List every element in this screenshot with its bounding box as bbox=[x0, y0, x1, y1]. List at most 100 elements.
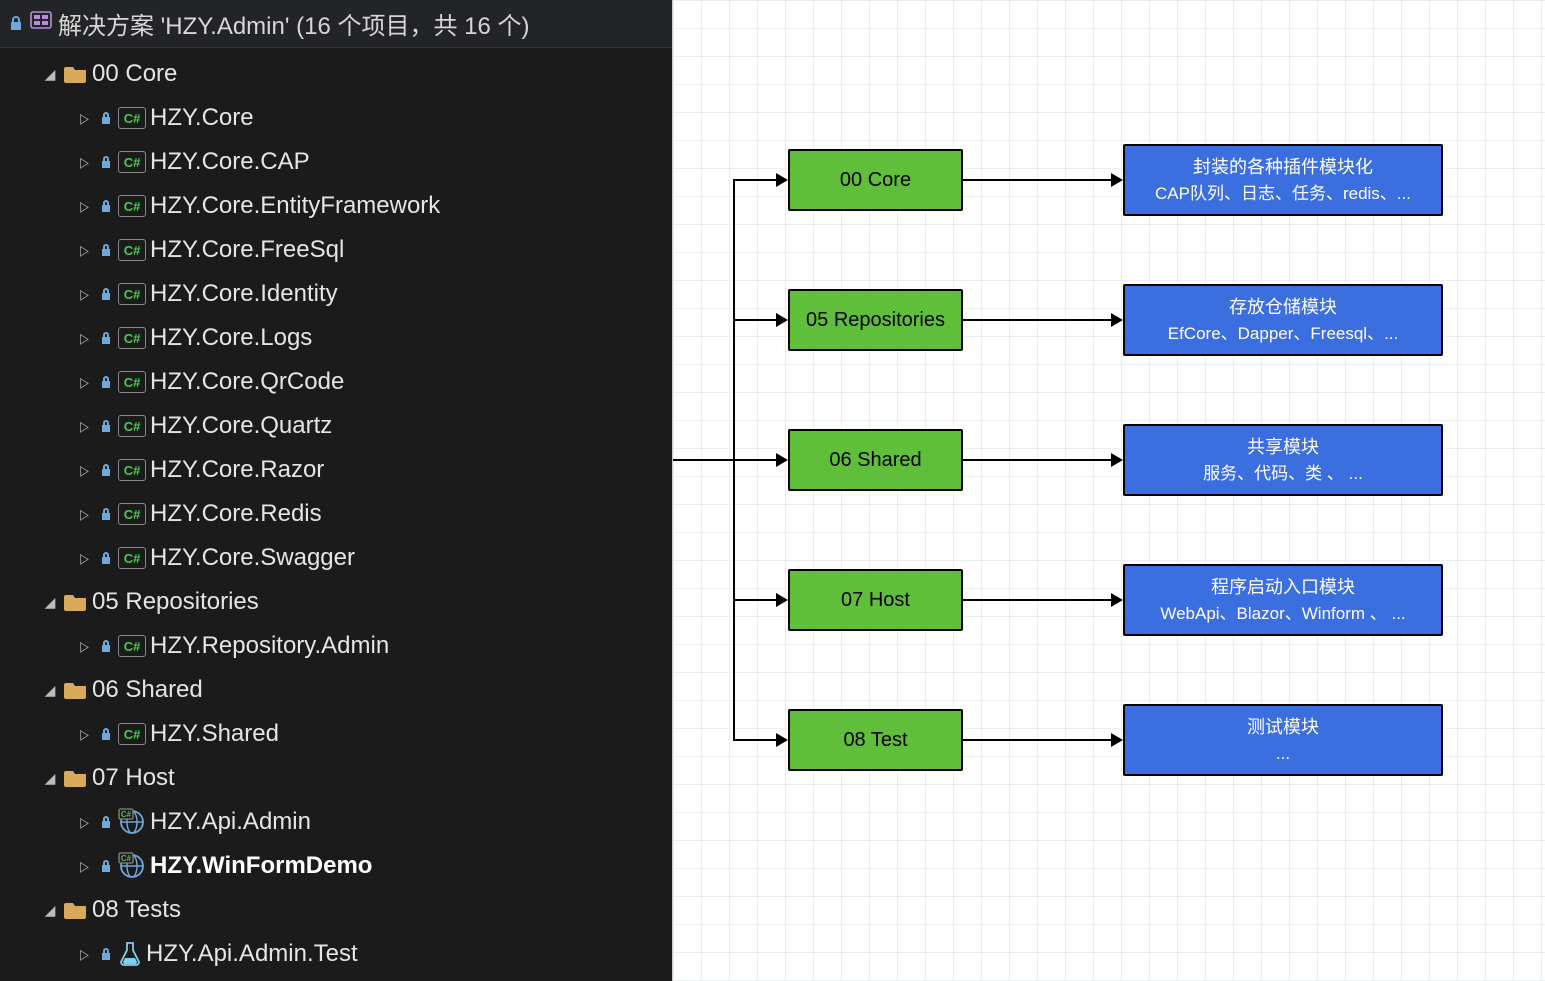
lock-icon bbox=[98, 199, 114, 213]
description-title: 程序启动入口模块 bbox=[1211, 574, 1355, 601]
project-row[interactable]: C#HZY.Core bbox=[0, 96, 672, 140]
description-box[interactable]: 程序启动入口模块WebApi、Blazor、Winform 、 ... bbox=[1123, 564, 1443, 636]
project-row[interactable]: C#HZY.Core.Quartz bbox=[0, 404, 672, 448]
chevron-right-icon[interactable] bbox=[74, 550, 94, 567]
folder-icon bbox=[64, 768, 88, 788]
chevron-down-icon[interactable] bbox=[40, 66, 60, 83]
chevron-right-icon[interactable] bbox=[74, 946, 94, 963]
module-box[interactable]: 06 Shared bbox=[788, 429, 963, 491]
project-row[interactable]: C#HZY.Repository.Admin bbox=[0, 624, 672, 668]
project-row[interactable]: C#HZY.Core.Swagger bbox=[0, 536, 672, 580]
chevron-right-icon[interactable] bbox=[74, 462, 94, 479]
chevron-right-icon[interactable] bbox=[74, 330, 94, 347]
module-box[interactable]: 07 Host bbox=[788, 569, 963, 631]
lock-icon bbox=[98, 947, 114, 961]
project-label: HZY.Api.Admin bbox=[150, 808, 311, 836]
csharp-project-icon: C# bbox=[118, 283, 146, 305]
project-label: HZY.Core.EntityFramework bbox=[150, 192, 440, 220]
chevron-right-icon[interactable] bbox=[74, 418, 94, 435]
project-label: HZY.WinFormDemo bbox=[150, 852, 372, 880]
description-box[interactable]: 封装的各种插件模块化CAP队列、日志、任务、redis、... bbox=[1123, 144, 1443, 216]
folder-icon bbox=[64, 592, 88, 612]
chevron-down-icon[interactable] bbox=[40, 682, 60, 699]
project-row[interactable]: HZY.Api.Admin.Test bbox=[0, 932, 672, 976]
chevron-down-icon[interactable] bbox=[40, 770, 60, 787]
project-row[interactable]: C#HZY.Core.Razor bbox=[0, 448, 672, 492]
project-row[interactable]: C#HZY.Core.Logs bbox=[0, 316, 672, 360]
csharp-project-icon: C# bbox=[118, 503, 146, 525]
chevron-right-icon[interactable] bbox=[74, 726, 94, 743]
module-label: 05 Repositories bbox=[806, 309, 945, 332]
project-label: HZY.Core.Logs bbox=[150, 324, 312, 352]
csharp-project-icon: C# bbox=[118, 459, 146, 481]
folder-row[interactable]: 08 Tests bbox=[0, 888, 672, 932]
connector-line bbox=[963, 599, 1121, 601]
project-row[interactable]: C#HZY.Core.EntityFramework bbox=[0, 184, 672, 228]
project-label: HZY.Core.Swagger bbox=[150, 544, 355, 572]
chevron-right-icon[interactable] bbox=[74, 858, 94, 875]
solution-tree: 00 CoreC#HZY.CoreC#HZY.Core.CAPC#HZY.Cor… bbox=[0, 48, 672, 980]
chevron-right-icon[interactable] bbox=[74, 242, 94, 259]
folder-label: 07 Host bbox=[92, 764, 175, 792]
web-project-icon: C# bbox=[118, 852, 146, 880]
csharp-project-icon: C# bbox=[118, 415, 146, 437]
project-label: HZY.Api.Admin.Test bbox=[146, 940, 358, 968]
chevron-right-icon[interactable] bbox=[74, 506, 94, 523]
module-box[interactable]: 00 Core bbox=[788, 149, 963, 211]
project-row[interactable]: C#HZY.Api.Admin bbox=[0, 800, 672, 844]
folder-row[interactable]: 05 Repositories bbox=[0, 580, 672, 624]
chevron-down-icon[interactable] bbox=[40, 594, 60, 611]
description-detail: ... bbox=[1276, 741, 1290, 767]
csharp-project-icon: C# bbox=[118, 107, 146, 129]
description-title: 封装的各种插件模块化 bbox=[1193, 154, 1373, 181]
arrowhead-icon bbox=[776, 733, 788, 747]
description-title: 共享模块 bbox=[1247, 434, 1319, 461]
lock-icon bbox=[98, 507, 114, 521]
chevron-right-icon[interactable] bbox=[74, 638, 94, 655]
project-row[interactable]: C#HZY.Core.Identity bbox=[0, 272, 672, 316]
folder-icon bbox=[64, 64, 88, 84]
description-box[interactable]: 测试模块... bbox=[1123, 704, 1443, 776]
chevron-right-icon[interactable] bbox=[74, 814, 94, 831]
svg-text:C#: C# bbox=[121, 854, 132, 863]
lock-icon bbox=[98, 155, 114, 169]
module-box[interactable]: 05 Repositories bbox=[788, 289, 963, 351]
folder-label: 06 Shared bbox=[92, 676, 203, 704]
chevron-right-icon[interactable] bbox=[74, 198, 94, 215]
project-row[interactable]: C# HZY.WinFormDemo bbox=[0, 844, 672, 888]
folder-row[interactable]: 07 Host bbox=[0, 756, 672, 800]
project-row[interactable]: C#HZY.Core.CAP bbox=[0, 140, 672, 184]
folder-label: 08 Tests bbox=[92, 896, 181, 924]
description-box[interactable]: 存放仓储模块EfCore、Dapper、Freesql、... bbox=[1123, 284, 1443, 356]
module-label: 08 Test bbox=[843, 729, 907, 752]
description-box[interactable]: 共享模块服务、代码、类 、 ... bbox=[1123, 424, 1443, 496]
folder-row[interactable]: 06 Shared bbox=[0, 668, 672, 712]
lock-icon bbox=[98, 815, 114, 829]
lock-icon bbox=[98, 111, 114, 125]
lock-icon bbox=[98, 243, 114, 257]
connector-stub bbox=[673, 459, 733, 461]
project-row[interactable]: C#HZY.Core.Redis bbox=[0, 492, 672, 536]
project-row[interactable]: C#HZY.Core.FreeSql bbox=[0, 228, 672, 272]
chevron-right-icon[interactable] bbox=[74, 374, 94, 391]
project-label: HZY.Core bbox=[150, 104, 254, 132]
project-label: HZY.Shared bbox=[150, 720, 279, 748]
project-label: HZY.Core.Redis bbox=[150, 500, 322, 528]
connector-line bbox=[963, 739, 1121, 741]
chevron-right-icon[interactable] bbox=[74, 286, 94, 303]
project-row[interactable]: C#HZY.Shared bbox=[0, 712, 672, 756]
solution-header[interactable]: 解决方案 'HZY.Admin' (16 个项目，共 16 个) bbox=[0, 0, 672, 48]
chevron-down-icon[interactable] bbox=[40, 902, 60, 919]
arrowhead-icon bbox=[1111, 173, 1123, 187]
description-detail: EfCore、Dapper、Freesql、... bbox=[1168, 321, 1399, 347]
folder-row[interactable]: 00 Core bbox=[0, 52, 672, 96]
web-project-icon: C# bbox=[118, 808, 146, 836]
chevron-right-icon[interactable] bbox=[74, 154, 94, 171]
chevron-right-icon[interactable] bbox=[74, 110, 94, 127]
lock-icon bbox=[98, 727, 114, 741]
arrowhead-icon bbox=[776, 313, 788, 327]
description-detail: CAP队列、日志、任务、redis、... bbox=[1155, 181, 1411, 207]
project-row[interactable]: C#HZY.Core.QrCode bbox=[0, 360, 672, 404]
module-box[interactable]: 08 Test bbox=[788, 709, 963, 771]
folder-icon bbox=[64, 680, 88, 700]
